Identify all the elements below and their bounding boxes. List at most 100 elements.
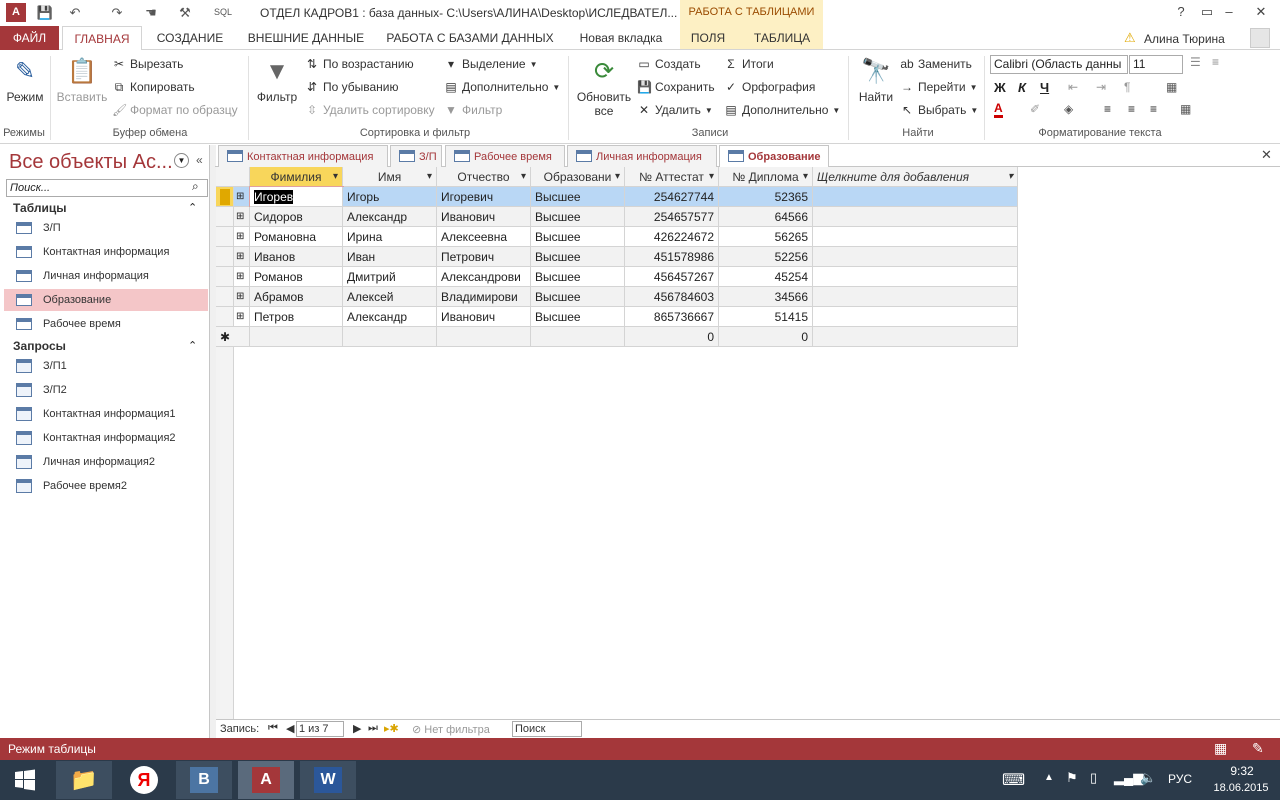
nav-search-input[interactable]: Поиск...	[6, 179, 208, 197]
new-row-cell[interactable]	[250, 327, 343, 347]
doc-tab-zp[interactable]: З/П	[390, 145, 442, 167]
grid-search-input[interactable]: Поиск	[512, 721, 582, 737]
find-button[interactable]: 🔭 Найти	[854, 56, 898, 104]
highlight-icon[interactable]: ✐	[1030, 102, 1040, 116]
table-cell[interactable]: 865736667	[625, 307, 719, 327]
new-record-marker[interactable]: ✱	[216, 327, 250, 347]
more-records-dropdown[interactable]: ▤ Дополнительно ▼	[724, 103, 840, 117]
table-cell[interactable]: Алексей	[343, 287, 437, 307]
new-row-cell[interactable]: 0	[719, 327, 813, 347]
new-record-icon[interactable]: ▸✱	[384, 722, 399, 735]
column-dropdown-icon[interactable]: ▾	[709, 167, 714, 186]
table-cell[interactable]: 51415	[719, 307, 813, 327]
prev-record-icon[interactable]: ◀	[286, 722, 294, 735]
align-left-icon[interactable]: ≡	[1104, 102, 1111, 116]
indent-icon[interactable]: ⇤	[1068, 80, 1078, 94]
expand-subdatasheet-icon[interactable]: ⊞	[234, 207, 250, 227]
empty-add-column-cell[interactable]	[813, 207, 1018, 227]
replace-button[interactable]: ab Заменить	[900, 57, 972, 71]
collapse-queries-icon[interactable]: ⌃	[188, 339, 197, 352]
battery-icon[interactable]: ▯	[1090, 770, 1097, 786]
gridlines-icon[interactable]: ▦	[1166, 80, 1177, 94]
tab-table[interactable]: ТАБЛИЦА	[746, 26, 818, 50]
table-cell[interactable]: Владимирови	[437, 287, 531, 307]
tables-section-header[interactable]: Таблицы	[13, 201, 66, 215]
numbered-list-icon[interactable]: ≡	[1212, 55, 1219, 69]
table-cell[interactable]: Абрамов	[250, 287, 343, 307]
close-tab-icon[interactable]: ✕	[1261, 147, 1272, 163]
nav-query-worktime2[interactable]: Рабочее время2	[4, 475, 208, 497]
expand-subdatasheet-icon[interactable]: ⊞	[234, 187, 250, 207]
spelling-button[interactable]: ✓ Орфография	[724, 80, 815, 94]
row-selector[interactable]	[216, 227, 234, 247]
avatar[interactable]	[1250, 28, 1270, 48]
cut-button[interactable]: ✂ Вырезать	[112, 57, 183, 71]
list-icon[interactable]: ☰	[1190, 55, 1201, 69]
table-cell[interactable]: 451578986	[625, 247, 719, 267]
table-cell[interactable]: Высшее	[531, 247, 625, 267]
table-cell[interactable]: Высшее	[531, 307, 625, 327]
table-cell[interactable]: Александрови	[437, 267, 531, 287]
table-cell[interactable]: Дмитрий	[343, 267, 437, 287]
help-icon[interactable]: ?	[1170, 3, 1192, 21]
collapse-pane-icon[interactable]: «	[196, 153, 203, 167]
table-cell[interactable]: Петров	[250, 307, 343, 327]
expand-subdatasheet-icon[interactable]: ⊞	[234, 247, 250, 267]
tools-icon[interactable]: ⚒	[176, 4, 194, 22]
table-cell[interactable]: Петрович	[437, 247, 531, 267]
tab-create[interactable]: СОЗДАНИЕ	[150, 26, 230, 50]
format-painter-button[interactable]: 🖌 Формат по образцу	[112, 103, 238, 117]
nav-menu-chevron-icon[interactable]: ▼	[174, 153, 189, 168]
doc-tab-personal[interactable]: Личная информация	[567, 145, 717, 167]
table-cell[interactable]: Высшее	[531, 227, 625, 247]
column-header[interactable]: Щелкните для добавления ▾	[813, 167, 1018, 187]
taskbar-explorer[interactable]: 📁	[56, 761, 112, 799]
taskbar-access[interactable]: A	[238, 761, 294, 799]
table-cell[interactable]: Романовна	[250, 227, 343, 247]
new-row-cell[interactable]: 0	[625, 327, 719, 347]
tab-home[interactable]: ГЛАВНАЯ	[62, 26, 142, 51]
close-icon[interactable]: ✕	[1250, 3, 1272, 21]
sql-button[interactable]: SQL	[214, 7, 232, 17]
tab-fields[interactable]: ПОЛЯ	[683, 26, 733, 50]
nav-table-worktime[interactable]: Рабочее время	[4, 313, 208, 335]
new-row-cell[interactable]	[343, 327, 437, 347]
undo-icon[interactable]: ↶	[66, 4, 84, 22]
delete-record-button[interactable]: ✕ Удалить ▼	[637, 103, 713, 117]
align-right-icon[interactable]: ≡	[1150, 102, 1157, 116]
selection-dropdown[interactable]: ▾ Выделение ▼	[444, 57, 538, 71]
row-selector[interactable]	[216, 247, 234, 267]
tab-new[interactable]: Новая вкладка	[572, 26, 670, 50]
toggle-filter-button[interactable]: ▼ Фильтр	[444, 103, 502, 117]
expand-subdatasheet-icon[interactable]: ⊞	[234, 227, 250, 247]
refresh-all-button[interactable]: ⟳ Обновить все	[574, 56, 634, 118]
doc-tab-contact[interactable]: Контактная информация	[218, 145, 388, 167]
filter-button[interactable]: ▼ Фильтр	[254, 56, 300, 104]
empty-add-column-cell[interactable]	[813, 267, 1018, 287]
no-filter-button[interactable]: ⊘ Нет фильтра	[412, 723, 490, 736]
font-color-icon[interactable]: A	[994, 102, 1003, 118]
column-header[interactable]: Фимилия ▾	[250, 167, 343, 187]
font-name-select[interactable]: Calibri (Область данны	[990, 55, 1128, 74]
access-app-icon[interactable]: A	[6, 3, 26, 22]
table-cell[interactable]: Высшее	[531, 187, 625, 207]
record-position-input[interactable]: 1 из 7	[296, 721, 344, 737]
ribbon-display-icon[interactable]: ▭	[1196, 3, 1218, 21]
table-cell[interactable]: Иванович	[437, 207, 531, 227]
row-selector[interactable]	[216, 287, 234, 307]
empty-add-column-cell[interactable]	[813, 287, 1018, 307]
expand-subdatasheet-icon[interactable]: ⊞	[234, 267, 250, 287]
italic-button[interactable]: К	[1018, 80, 1026, 95]
nav-table-zp[interactable]: З/П	[4, 217, 208, 239]
column-header[interactable]: Имя ▾	[343, 167, 437, 187]
table-cell[interactable]: 34566	[719, 287, 813, 307]
user-name[interactable]: Алина Тюрина	[1144, 32, 1225, 46]
taskbar-yandex[interactable]: Я	[116, 761, 172, 799]
empty-add-column-cell[interactable]	[813, 327, 1018, 347]
table-cell[interactable]: 56265	[719, 227, 813, 247]
select-all-corner[interactable]	[216, 167, 250, 187]
expand-subdatasheet-icon[interactable]: ⊞	[234, 307, 250, 327]
table-cell[interactable]: Александр	[343, 307, 437, 327]
nav-query-zp1[interactable]: З/П1	[4, 355, 208, 377]
table-cell[interactable]: Романов	[250, 267, 343, 287]
